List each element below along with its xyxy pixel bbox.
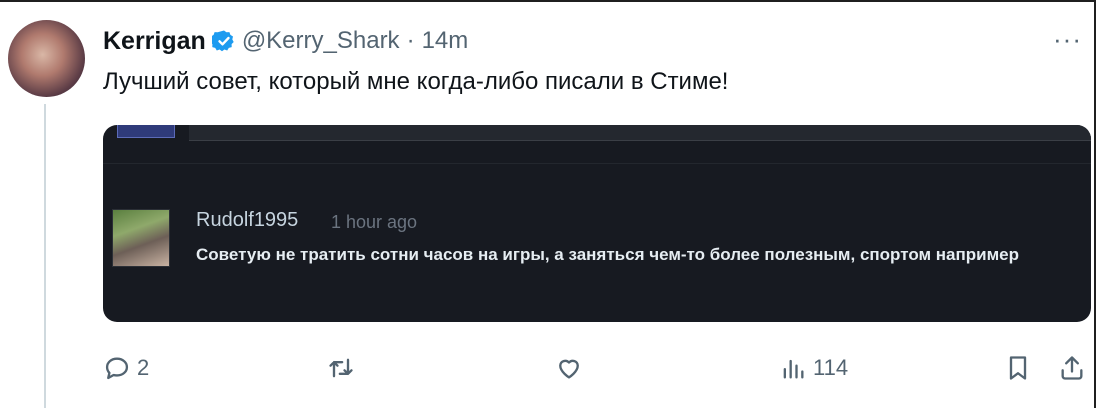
card-divider — [103, 163, 1091, 164]
more-options-icon[interactable]: ··· — [1053, 24, 1082, 55]
bookmark-icon — [1009, 356, 1027, 380]
commenter-avatar — [112, 209, 170, 267]
comment-text: Советую не тратить сотни часов на игры, … — [196, 245, 1020, 264]
comment-box-edge — [189, 125, 1091, 141]
tweet-header: Kerrigan @Kerry_Shark · 14m — [103, 24, 468, 58]
like-button[interactable] — [555, 354, 583, 382]
tweet-timestamp[interactable]: 14m — [422, 27, 469, 55]
repost-button[interactable] — [327, 354, 355, 382]
reply-button[interactable]: 2 — [103, 354, 149, 382]
heart-icon — [559, 359, 579, 379]
reply-icon — [105, 357, 129, 380]
share-icon — [1061, 356, 1083, 380]
views-button[interactable]: 114 — [779, 354, 848, 382]
comment-time: 1 hour ago — [331, 212, 418, 232]
share-button[interactable] — [1058, 354, 1086, 382]
views-count: 114 — [813, 355, 849, 380]
author-handle[interactable]: @Kerry_Shark — [242, 27, 400, 55]
separator-dot: · — [406, 27, 415, 54]
game-thumbnail — [117, 125, 175, 138]
author-name[interactable]: Kerrigan — [103, 27, 206, 56]
commenter-username: Rudolf1995 — [196, 209, 299, 231]
views-icon — [783, 359, 804, 379]
reply-count: 2 — [137, 355, 150, 380]
action-bar: 2 114 — [0, 350, 1096, 390]
top-border — [0, 0, 1096, 2]
repost-icon — [329, 358, 353, 378]
author-avatar[interactable] — [8, 20, 85, 97]
tweet-text: Лучший совет, который мне когда-либо пис… — [103, 68, 729, 95]
embedded-screenshot[interactable]: Rudolf1995 1 hour ago Советую не тратить… — [103, 125, 1091, 322]
bookmark-button[interactable] — [1004, 354, 1032, 382]
verified-badge-icon — [211, 30, 234, 52]
